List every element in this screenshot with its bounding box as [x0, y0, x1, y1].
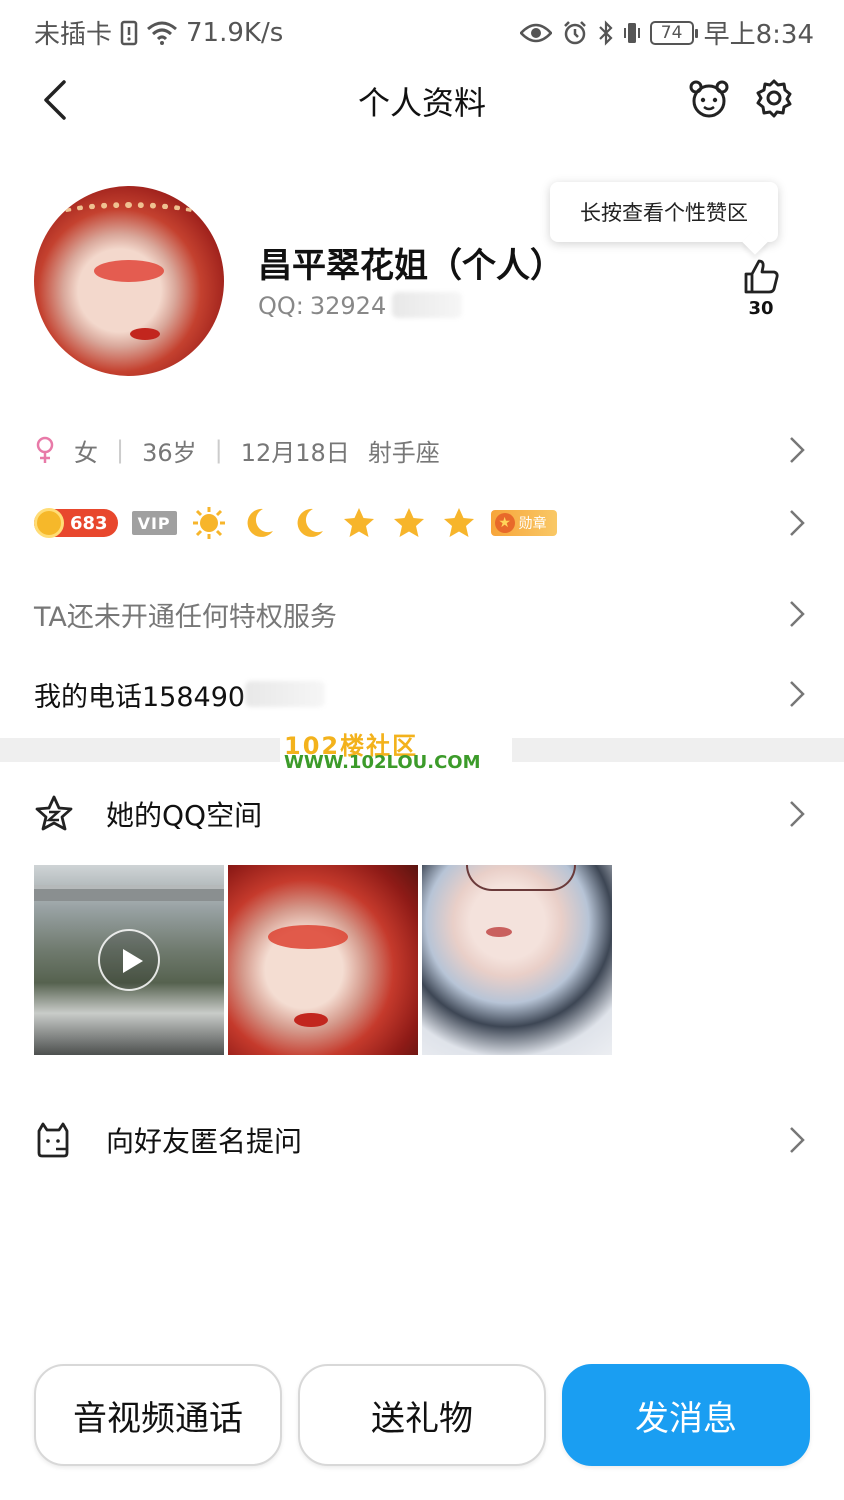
photo-glasses	[466, 865, 576, 891]
wifi-icon	[147, 21, 177, 45]
network-speed: 71.9K/s	[186, 17, 284, 48]
like-tooltip: 长按查看个性赞区	[550, 182, 778, 242]
medal-star-icon: ★	[494, 513, 515, 533]
pet-face-icon[interactable]	[688, 78, 730, 120]
battery-level: 74	[660, 22, 683, 43]
qq-zone-row[interactable]: 她的QQ空间	[0, 784, 844, 844]
chevron-right-icon	[790, 801, 805, 827]
status-right: 74 早上8:34	[519, 14, 814, 51]
phone-row[interactable]: 我的电话158490	[0, 666, 844, 722]
qq-zone-star-icon	[35, 795, 73, 831]
cat-bag-icon	[37, 1122, 69, 1158]
privilege-text: TA还未开通任何特权服务	[34, 601, 337, 633]
zone-photo[interactable]	[228, 865, 418, 1055]
qq-label: QQ:	[258, 292, 304, 320]
qq-number-line: QQ: 32924	[258, 292, 463, 320]
star-icon	[343, 508, 374, 537]
nickname: 昌平翠花姐（个人）	[258, 246, 564, 286]
phone-redaction	[245, 681, 326, 707]
thumbs-up-icon	[744, 259, 779, 294]
zodiac-text: 射手座	[367, 438, 440, 467]
like-count: 30	[748, 298, 774, 319]
qq-number: 32924	[309, 292, 387, 320]
level-number: 683	[70, 512, 108, 534]
watermark: 102楼社区 WWW.102LOU.COM	[280, 726, 512, 774]
medal-badge: ★ 勋章	[490, 510, 557, 536]
nav-bar: 个人资料	[0, 60, 844, 140]
eye-icon	[519, 23, 552, 42]
star-icon	[443, 508, 474, 537]
gear-icon[interactable]	[754, 78, 794, 118]
female-icon	[36, 436, 54, 463]
sim-alert-icon	[120, 20, 138, 45]
coin-icon	[34, 508, 64, 538]
medal-label: 勋章	[518, 516, 547, 532]
chevron-right-icon	[790, 601, 805, 627]
age-text: 36岁	[142, 438, 197, 467]
basic-info-row[interactable]: 女 | 36岁 | 12月18日 射手座	[0, 420, 844, 480]
video-call-button[interactable]: 音视频通话	[34, 1364, 282, 1466]
carrier-text: 未插卡	[34, 20, 113, 50]
avatar-eye-makeup	[94, 260, 164, 282]
chevron-right-icon	[790, 681, 805, 707]
anonymous-question-row[interactable]: 向好友匿名提问	[0, 1110, 844, 1170]
privilege-row[interactable]: TA还未开通任何特权服务	[0, 586, 844, 642]
bottom-actions: 音视频通话 送礼物 发消息	[34, 1364, 810, 1466]
status-left: 未插卡 71.9K/s	[34, 14, 283, 51]
qq-number-redaction	[392, 292, 463, 318]
status-bar: 未插卡 71.9K/s 74 早上8:34	[0, 0, 844, 60]
moon-icon	[247, 508, 273, 537]
watermark-url: WWW.102LOU.COM	[284, 752, 481, 773]
anonymous-question-label: 向好友匿名提问	[106, 1125, 303, 1158]
send-message-button[interactable]: 发消息	[562, 1364, 810, 1466]
chevron-right-icon	[790, 1127, 805, 1153]
chevron-right-icon	[790, 437, 805, 463]
photo-lips	[294, 1013, 328, 1027]
photo-lips	[486, 927, 512, 937]
photo-eye-makeup	[268, 925, 348, 949]
badges-row[interactable]: 683 VIP ★ 勋章	[0, 498, 844, 548]
separator: |	[116, 436, 125, 464]
separator: |	[214, 436, 223, 464]
sun-icon	[192, 507, 225, 539]
vip-badge: VIP	[131, 511, 177, 535]
gender-text: 女	[74, 438, 98, 467]
star-icon	[393, 508, 424, 537]
chevron-right-icon	[790, 510, 805, 536]
play-icon[interactable]	[98, 929, 160, 991]
phone-text: 我的电话158490	[34, 681, 246, 713]
send-gift-button[interactable]: 送礼物	[298, 1364, 546, 1466]
battery-icon: 74	[649, 20, 698, 45]
clock-time: 早上8:34	[703, 20, 814, 50]
like-button[interactable]: 30	[738, 258, 784, 330]
photo-bridge	[34, 885, 224, 901]
level-badge: 683	[34, 508, 118, 538]
moon-icon	[297, 508, 323, 537]
vibrate-icon	[623, 22, 640, 43]
qq-zone-label: 她的QQ空间	[106, 799, 263, 832]
bluetooth-icon	[598, 19, 613, 46]
avatar-lips	[130, 328, 160, 340]
avatar-headdress	[54, 202, 204, 232]
qq-zone-photos	[34, 865, 612, 1055]
birthday-text: 12月18日	[240, 438, 350, 467]
zone-photo[interactable]	[422, 865, 612, 1055]
alarm-icon	[563, 20, 586, 44]
zone-photo-video[interactable]	[34, 865, 224, 1055]
avatar[interactable]	[34, 186, 224, 376]
